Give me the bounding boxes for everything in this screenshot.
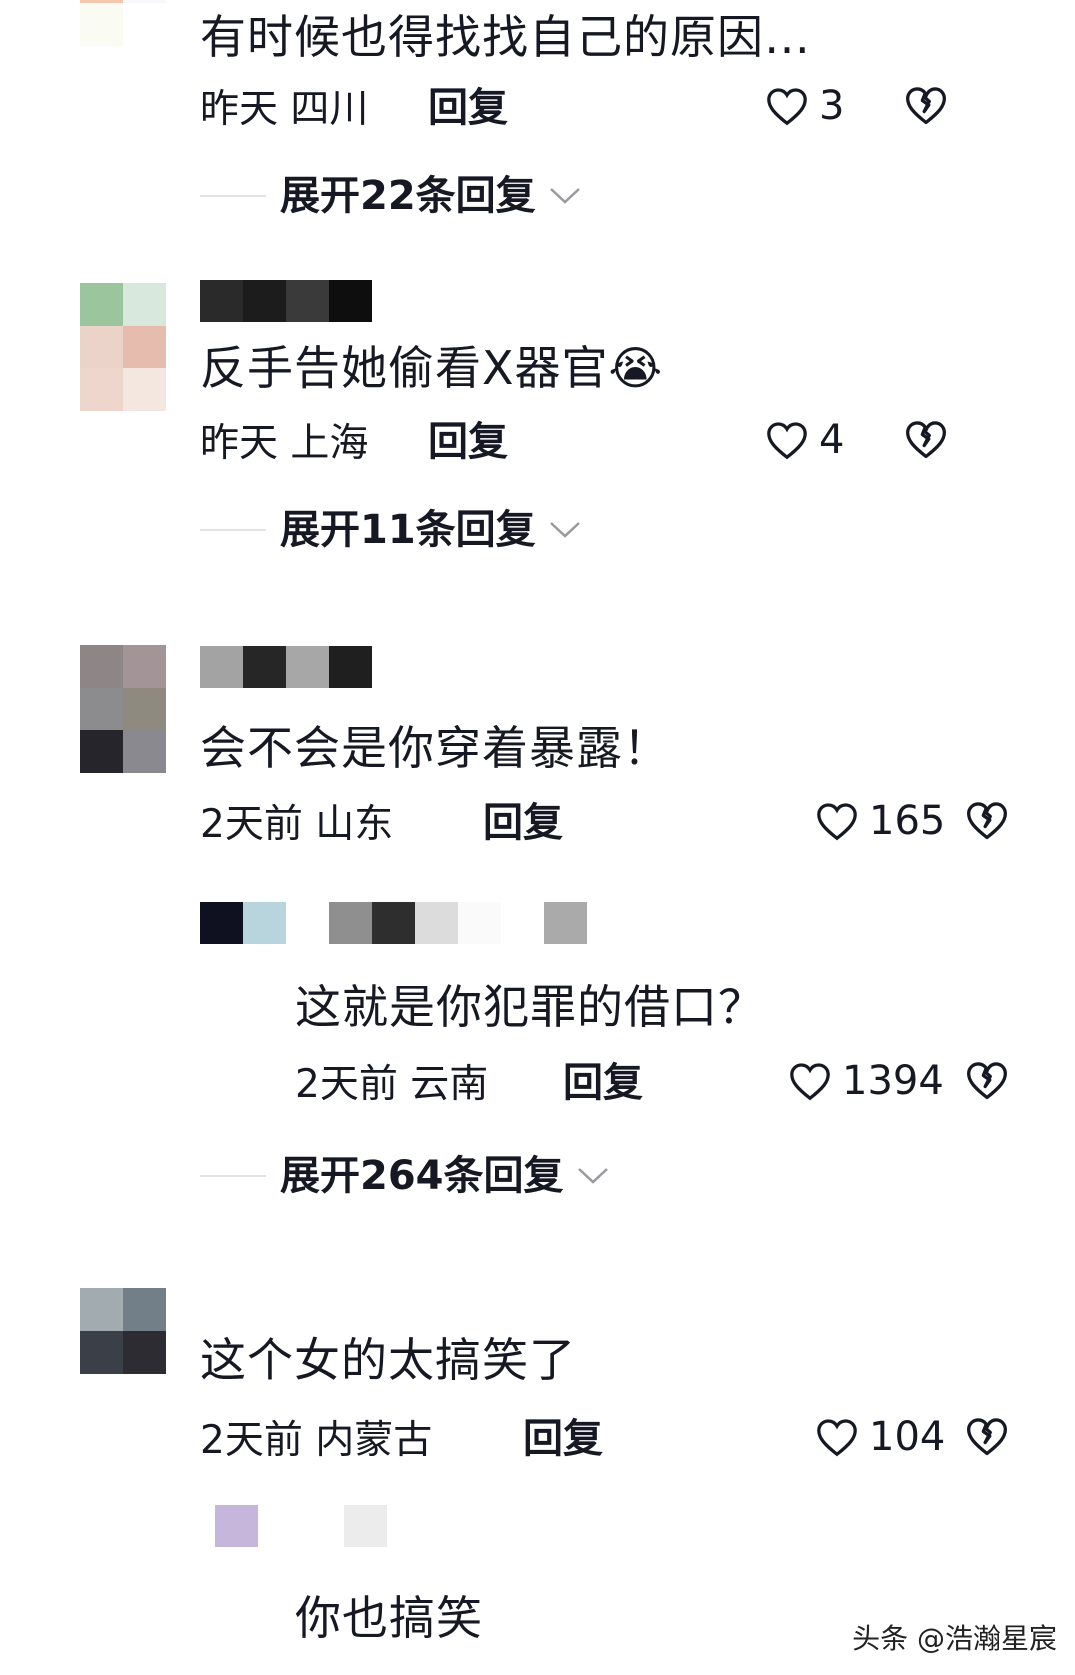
expand-replies-button[interactable]: 展开11条回复 xyxy=(200,510,582,550)
broken-heart-icon[interactable] xyxy=(904,84,948,128)
username-redacted[interactable] xyxy=(215,1505,387,1547)
comment-time: 昨天 xyxy=(200,87,279,132)
comment-time: 2天前 xyxy=(200,1418,303,1463)
expand-replies-button[interactable]: 展开264条回复 xyxy=(200,1156,610,1196)
chevron-down-icon xyxy=(577,1168,608,1184)
reply-location: 云南 xyxy=(410,1062,489,1107)
comment-meta: 2天前 山东 xyxy=(200,805,393,844)
like-count: 4 xyxy=(819,417,845,463)
avatar[interactable] xyxy=(80,645,166,773)
reply-button[interactable]: 回复 xyxy=(523,1419,603,1459)
comment-text: 这个女的太搞笑了 xyxy=(200,1333,576,1387)
expand-label: 展开22条回复 xyxy=(280,173,536,219)
avatar[interactable] xyxy=(80,0,166,46)
heart-outline-icon xyxy=(817,803,857,841)
heart-outline-icon xyxy=(790,1063,830,1101)
comment-text: 有时候也得找找自己的原因… xyxy=(200,10,811,64)
like-count: 3 xyxy=(819,83,845,129)
reply-button[interactable]: 回复 xyxy=(563,1063,643,1103)
like-count: 1394 xyxy=(842,1058,944,1104)
like-button[interactable]: 3 xyxy=(765,86,844,126)
like-button[interactable]: 1394 xyxy=(788,1061,944,1101)
broken-heart-icon[interactable] xyxy=(965,1059,1009,1103)
divider-line xyxy=(200,1175,266,1177)
divider-line xyxy=(200,529,266,531)
reply-time: 2天前 xyxy=(295,1062,398,1107)
like-count: 104 xyxy=(869,1414,946,1460)
reply-button[interactable]: 回复 xyxy=(428,422,508,462)
avatar[interactable] xyxy=(80,1288,166,1374)
comment-location: 上海 xyxy=(290,421,369,466)
comment-location: 内蒙古 xyxy=(315,1418,433,1463)
comment-time: 昨天 xyxy=(200,421,279,466)
heart-outline-icon xyxy=(767,88,807,126)
broken-heart-icon[interactable] xyxy=(904,418,948,462)
chevron-down-icon xyxy=(549,522,580,538)
watermark: 头条 @浩瀚星宸 xyxy=(846,1615,1063,1659)
comment-meta: 昨天 上海 xyxy=(200,424,368,463)
username-redacted[interactable] xyxy=(200,902,587,944)
reply-button[interactable]: 回复 xyxy=(483,803,563,843)
comment-location: 山东 xyxy=(315,802,394,847)
like-count: 165 xyxy=(869,798,946,844)
avatar[interactable] xyxy=(80,283,166,411)
expand-replies-button[interactable]: 展开22条回复 xyxy=(200,176,582,216)
reply-meta: 2天前 云南 xyxy=(295,1065,488,1104)
expand-label: 展开11条回复 xyxy=(280,507,536,553)
broken-heart-icon[interactable] xyxy=(965,799,1009,843)
comment-text: 反手告她偷看X器官😭 xyxy=(200,341,664,395)
like-button[interactable]: 104 xyxy=(815,1417,945,1457)
comment-meta: 昨天 四川 xyxy=(200,90,368,129)
reply-button[interactable]: 回复 xyxy=(428,88,508,128)
like-button[interactable]: 4 xyxy=(765,420,844,460)
username-redacted[interactable] xyxy=(200,646,372,688)
like-button[interactable]: 165 xyxy=(815,801,945,841)
comment-time: 2天前 xyxy=(200,802,303,847)
heart-outline-icon xyxy=(767,422,807,460)
reply-text: 你也搞笑 xyxy=(295,1591,483,1645)
reply-text: 这就是你犯罪的借口？ xyxy=(295,980,765,1034)
expand-label: 展开264条回复 xyxy=(280,1153,564,1199)
username-redacted[interactable] xyxy=(200,280,372,322)
comment-text: 会不会是你穿着暴露！ xyxy=(200,721,670,775)
divider-line xyxy=(200,195,266,197)
comment-location: 四川 xyxy=(290,87,369,132)
heart-outline-icon xyxy=(817,1419,857,1457)
broken-heart-icon[interactable] xyxy=(965,1415,1009,1459)
chevron-down-icon xyxy=(549,188,580,204)
comment-meta: 2天前 内蒙古 xyxy=(200,1421,432,1460)
